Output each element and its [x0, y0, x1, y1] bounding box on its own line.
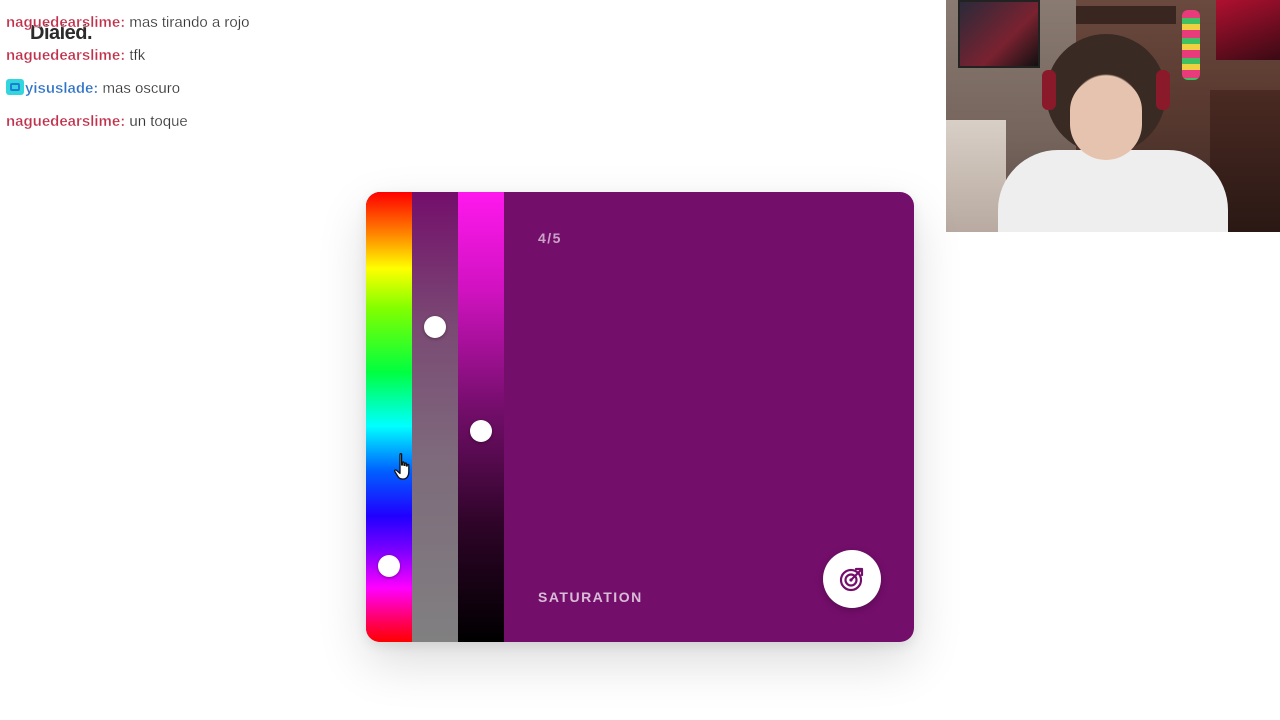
- page: Dialed. naguedearslime: mas tirando a ro…: [0, 0, 1280, 720]
- step-counter: 4/5: [538, 230, 562, 246]
- chat-username: naguedearslime: [6, 47, 121, 64]
- lightness-slider[interactable]: [458, 192, 504, 642]
- chat-username: naguedearslime: [6, 14, 121, 31]
- slider-mode-label: SATURATION: [538, 589, 643, 605]
- hand-pointer-icon: [394, 453, 410, 480]
- webcam-shelf: [1076, 6, 1176, 24]
- chat-message: naguedearslime: mas tirando a rojo: [6, 12, 426, 45]
- subscriber-badge-icon: [6, 79, 24, 95]
- saturation-slider-handle[interactable]: [424, 316, 446, 338]
- chat-text: tfk: [125, 47, 146, 64]
- saturation-slider[interactable]: [412, 192, 458, 642]
- webcam-poster: [1216, 0, 1280, 60]
- chat-message: naguedearslime: tfk: [6, 45, 426, 78]
- hue-slider-handle[interactable]: [378, 554, 400, 577]
- headphones-icon: [1042, 70, 1056, 110]
- webcam-bed: [946, 120, 1006, 232]
- hue-slider[interactable]: [366, 192, 412, 642]
- chat-text: un toque: [125, 113, 188, 130]
- chat-username: yisuslade: [25, 80, 94, 97]
- streamer-face: [1070, 78, 1142, 160]
- chat-text: mas tirando a rojo: [125, 14, 250, 31]
- webcam-poster: [958, 0, 1040, 68]
- target-arrow-icon: [839, 567, 864, 592]
- color-picker-card: 4/5 SATURATION: [366, 192, 914, 642]
- submit-color-button[interactable]: [823, 550, 881, 608]
- webcam-feed: [946, 0, 1280, 232]
- headphones-icon: [1156, 70, 1170, 110]
- chat-username: naguedearslime: [6, 113, 121, 130]
- stream-chat: naguedearslime: mas tirando a rojo nague…: [6, 12, 426, 144]
- chat-message: yisuslade: mas oscuro: [6, 78, 426, 111]
- chat-text: mas oscuro: [98, 80, 181, 97]
- webcam-string-lights: [1182, 10, 1200, 80]
- lightness-slider-handle[interactable]: [470, 419, 492, 442]
- streamer-body: [998, 150, 1228, 232]
- chat-message: naguedearslime: un toque: [6, 111, 426, 144]
